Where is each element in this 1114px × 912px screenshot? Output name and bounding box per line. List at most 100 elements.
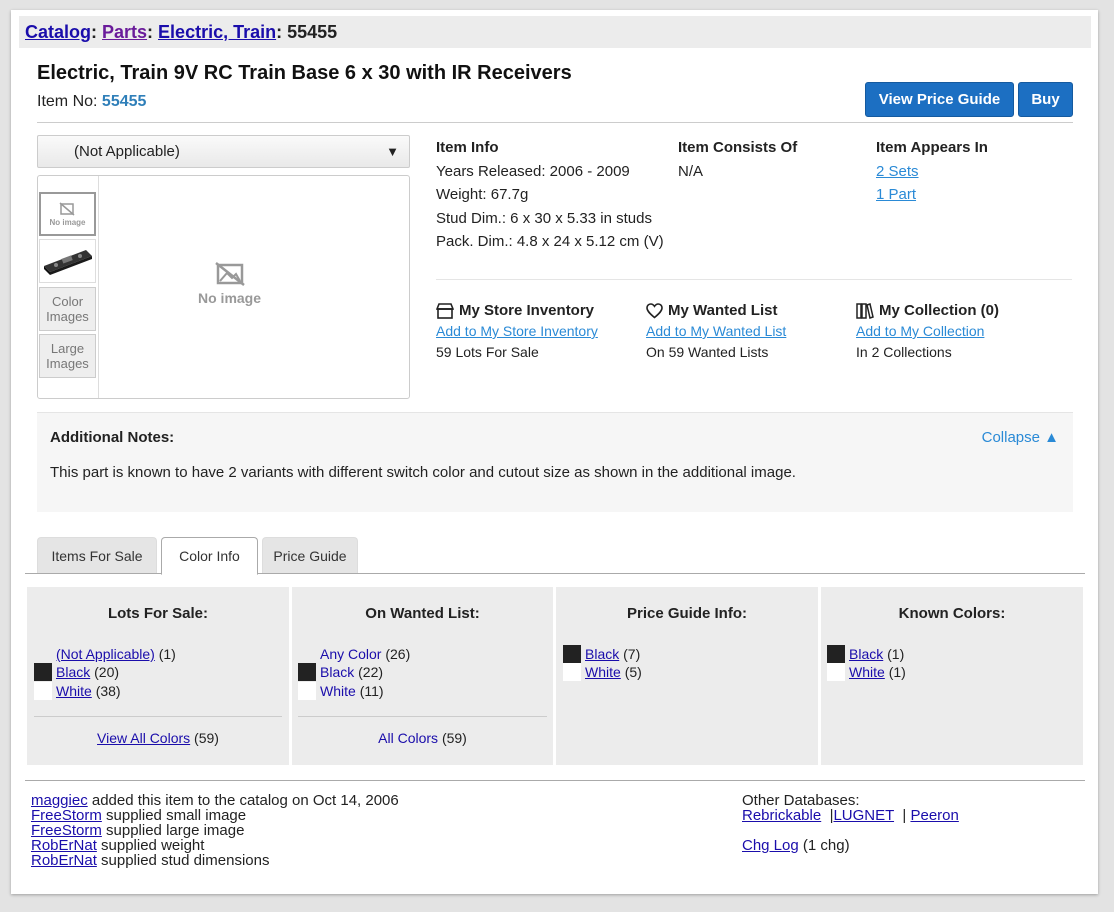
color-count: (26) xyxy=(385,646,411,662)
all-colors-link[interactable]: All Colors xyxy=(378,730,438,746)
color-row: Black (22) xyxy=(298,663,383,681)
panel-heading: Price Guide Info: xyxy=(626,605,747,622)
color-row: Black (7) xyxy=(563,645,640,663)
lugnet-link[interactable]: LUGNET xyxy=(833,807,894,824)
breadcrumb-parts-link[interactable]: Parts xyxy=(102,22,147,42)
color-images-button[interactable]: Color Images xyxy=(39,287,96,331)
tab-items-for-sale[interactable]: Items For Sale xyxy=(37,537,157,574)
color-swatch xyxy=(34,682,52,700)
panel-heading: On Wanted List: xyxy=(365,605,480,622)
thumbnail-no-image[interactable]: No image xyxy=(39,192,96,236)
peeron-link[interactable]: Peeron xyxy=(910,807,958,824)
credit-line: RobErNat supplied weight xyxy=(31,838,399,853)
other-databases: Other Databases: Rebrickable |LUGNET | P… xyxy=(742,793,959,853)
my-collection: My Collection (0) Add to My Collection I… xyxy=(856,300,999,363)
store-icon xyxy=(436,302,454,319)
rebrickable-link[interactable]: Rebrickable xyxy=(742,807,821,824)
color-row: White (11) xyxy=(298,682,384,700)
color-link[interactable]: White xyxy=(320,683,356,699)
divider xyxy=(34,716,282,717)
divider xyxy=(436,279,1072,280)
user-link[interactable]: RobErNat xyxy=(31,852,97,869)
image-viewer: No image Color Images Large Images No im… xyxy=(37,175,410,399)
large-images-button[interactable]: Large Images xyxy=(39,334,96,378)
add-to-store-link[interactable]: Add to My Store Inventory xyxy=(436,323,598,339)
color-link[interactable]: Black xyxy=(849,646,883,662)
color-count: (20) xyxy=(94,664,120,680)
panel-heading: Known Colors: xyxy=(898,605,1006,622)
view-all-colors-link[interactable]: View All Colors xyxy=(97,730,190,746)
breadcrumb-catalog-link[interactable]: Catalog xyxy=(25,22,91,42)
tab-color-info[interactable]: Color Info xyxy=(161,537,258,575)
color-link[interactable]: Black xyxy=(320,664,354,680)
color-row: White (1) xyxy=(827,663,906,681)
color-count: (7) xyxy=(623,646,641,662)
change-log-link[interactable]: Chg Log xyxy=(742,837,799,854)
appears-sets-link[interactable]: 2 Sets xyxy=(876,163,919,180)
train-base-thumbnail-image xyxy=(43,250,92,275)
no-image-label: No image xyxy=(198,290,262,306)
no-image-icon xyxy=(214,262,245,286)
chevron-down-icon: ▼ xyxy=(386,144,399,159)
color-count: (22) xyxy=(358,664,384,680)
buy-button[interactable]: Buy xyxy=(1018,82,1073,117)
item-number-label: Item No: xyxy=(37,93,98,110)
color-swatch xyxy=(298,645,316,663)
breadcrumb-category-link[interactable]: Electric, Train xyxy=(158,22,276,42)
breadcrumb: Catalog: Parts: Electric, Train: 55455 xyxy=(19,16,1091,48)
divider xyxy=(25,780,1085,781)
main-image-placeholder: No image xyxy=(198,261,261,306)
additional-notes: Additional Notes: Collapse ▲ This part i… xyxy=(37,412,1073,512)
catalog-credits: maggiec added this item to the catalog o… xyxy=(31,793,399,868)
color-select[interactable]: (Not Applicable) ▼ xyxy=(37,135,410,168)
color-count: (38) xyxy=(95,683,121,699)
add-to-wanted-link[interactable]: Add to My Wanted List xyxy=(646,323,786,339)
my-wanted-list: My Wanted List Add to My Wanted List On … xyxy=(646,300,786,363)
no-image-icon xyxy=(59,201,75,216)
collection-heading: My Collection (0) xyxy=(879,302,1000,319)
color-link[interactable]: (Not Applicable) xyxy=(56,646,155,662)
tab-price-guide[interactable]: Price Guide xyxy=(262,537,358,574)
color-count: (1) xyxy=(158,646,176,662)
item-info: Item Info Years Released: 2006 - 2009 We… xyxy=(436,136,664,254)
color-row: Any Color (26) xyxy=(298,645,410,663)
panel-footer: All Colors (59) xyxy=(292,730,553,746)
wanted-lists-stat: On 59 Wanted Lists xyxy=(646,344,769,360)
breadcrumb-item: 55455 xyxy=(287,22,338,42)
consists-value: N/A xyxy=(678,162,704,180)
color-row: (Not Applicable) (1) xyxy=(34,645,176,663)
color-swatch xyxy=(827,645,845,663)
color-select-value: (Not Applicable) xyxy=(74,143,180,160)
view-price-guide-button[interactable]: View Price Guide xyxy=(865,82,1014,117)
my-store-inventory: My Store Inventory Add to My Store Inven… xyxy=(436,300,598,363)
thumbnail-column: No image Color Images Large Images xyxy=(38,176,99,398)
item-info-heading: Item Info xyxy=(436,139,499,156)
thumbnail-train-base[interactable] xyxy=(39,239,96,283)
collections-stat: In 2 Collections xyxy=(856,344,952,360)
separator: | xyxy=(902,807,907,824)
item-number-value: 55455 xyxy=(101,93,147,110)
color-link[interactable]: Black xyxy=(56,664,90,680)
color-link[interactable]: White xyxy=(56,683,92,699)
credit-line: FreeStorm supplied large image xyxy=(31,823,399,838)
appears-parts-link[interactable]: 1 Part xyxy=(876,186,916,203)
color-count: (5) xyxy=(624,664,642,680)
color-link[interactable]: Black xyxy=(585,646,619,662)
panel-on-wanted-list: On Wanted List: Any Color (26) Black (22… xyxy=(292,587,553,765)
footer-count: (59) xyxy=(441,730,467,746)
pack-dimensions: Pack. Dim.: 4.8 x 24 x 5.12 cm (V) xyxy=(436,233,664,250)
weight: Weight: 67.7g xyxy=(436,186,529,203)
color-link[interactable]: White xyxy=(585,664,621,680)
item-title: Electric, Train 9V RC Train Base 6 x 30 … xyxy=(37,62,572,84)
item-consists-of: Item Consists Of N/A xyxy=(678,136,797,183)
other-databases-label: Other Databases: xyxy=(742,792,860,809)
color-link[interactable]: White xyxy=(849,664,885,680)
collapse-button[interactable]: Collapse ▲ xyxy=(982,429,1059,446)
panel-heading: Lots For Sale: xyxy=(107,605,208,622)
divider xyxy=(37,122,1073,123)
add-to-collection-link[interactable]: Add to My Collection xyxy=(856,323,984,339)
color-row: White (38) xyxy=(34,682,121,700)
color-link[interactable]: Any Color xyxy=(320,646,381,662)
color-row: Black (20) xyxy=(34,663,119,681)
change-log-count: (1 chg) xyxy=(802,837,850,854)
